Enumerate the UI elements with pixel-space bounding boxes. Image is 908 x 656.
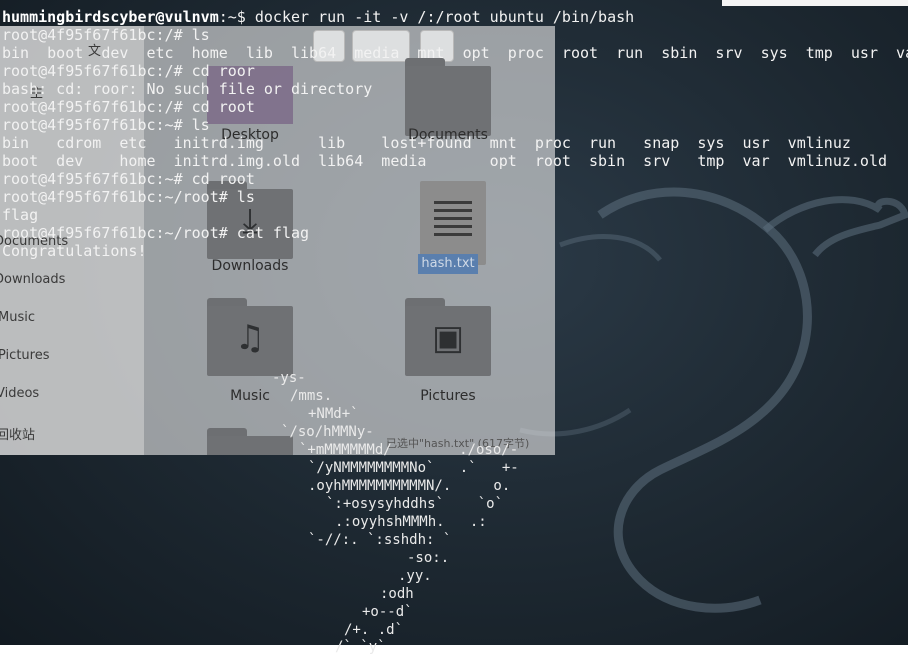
terminal-line: root@4f95f67f61bc:/# cd roor [2, 62, 255, 80]
terminal-line: root@4f95f67f61bc:~/root# cat flag [2, 224, 310, 242]
terminal-line: root@4f95f67f61bc:~# ls [2, 116, 210, 134]
ascii-art-line: +o--d` [362, 604, 413, 620]
ascii-art-line: `/so/hMMNy- [281, 424, 374, 440]
ascii-art-line: /` `y` [335, 639, 386, 655]
terminal-line: boot dev home initrd.img.old lib64 media… [2, 152, 888, 170]
terminal-line: bash: cd: roor: No such file or director… [2, 80, 373, 98]
terminal-line: bin cdrom etc initrd.img lib lost+found … [2, 134, 851, 152]
terminal-line-flag-content: Congratulations! [2, 242, 147, 260]
ascii-art-line: `/yNMMMMMMMMNo` .` +- [308, 460, 519, 476]
ascii-art-line: .:oyyhshMMMh. .: [335, 514, 487, 530]
ascii-art-line: -so:. [407, 550, 450, 566]
ascii-art-line: `+mMMMMMMd/ ./oso/- [299, 442, 519, 458]
prompt-user-host: hummingbirdscyber@vulnvm [2, 8, 219, 26]
terminal-line: root@4f95f67f61bc:/# cd root [2, 98, 255, 116]
prompt-command: :~$ docker run -it -v /:/root ubuntu /bi… [218, 8, 635, 26]
ascii-art-line: .oyhMMMMMMMMMMN/. o. [308, 478, 511, 494]
terminal-output[interactable]: hummingbirdscyber@vulnvm:~$ docker run -… [0, 0, 908, 655]
terminal-line: bin boot dev etc home lib lib64 media mn… [2, 44, 908, 62]
ascii-art-line: `:+osysyhddhs` `o` [326, 496, 504, 512]
ascii-art-line: -ys- [272, 370, 306, 386]
ascii-art-line: /mms. [290, 388, 333, 404]
terminal-line: flag [2, 206, 39, 224]
terminal-line-command: hummingbirdscyber@vulnvm:~$ docker run -… [2, 8, 634, 26]
ascii-art-line: /+. .d` [344, 622, 404, 638]
terminal-line: root@4f95f67f61bc:~# cd root [2, 170, 255, 188]
ascii-art-line: .yy. [398, 568, 432, 584]
terminal-line: root@4f95f67f61bc:/# ls [2, 26, 210, 44]
ascii-art-line: +NMd+` [308, 406, 359, 422]
terminal-line: root@4f95f67f61bc:~/root# ls [2, 188, 255, 206]
ascii-art-line: `-//:. `:sshdh: ` [308, 532, 452, 548]
ascii-art-line: :odh [380, 586, 414, 602]
